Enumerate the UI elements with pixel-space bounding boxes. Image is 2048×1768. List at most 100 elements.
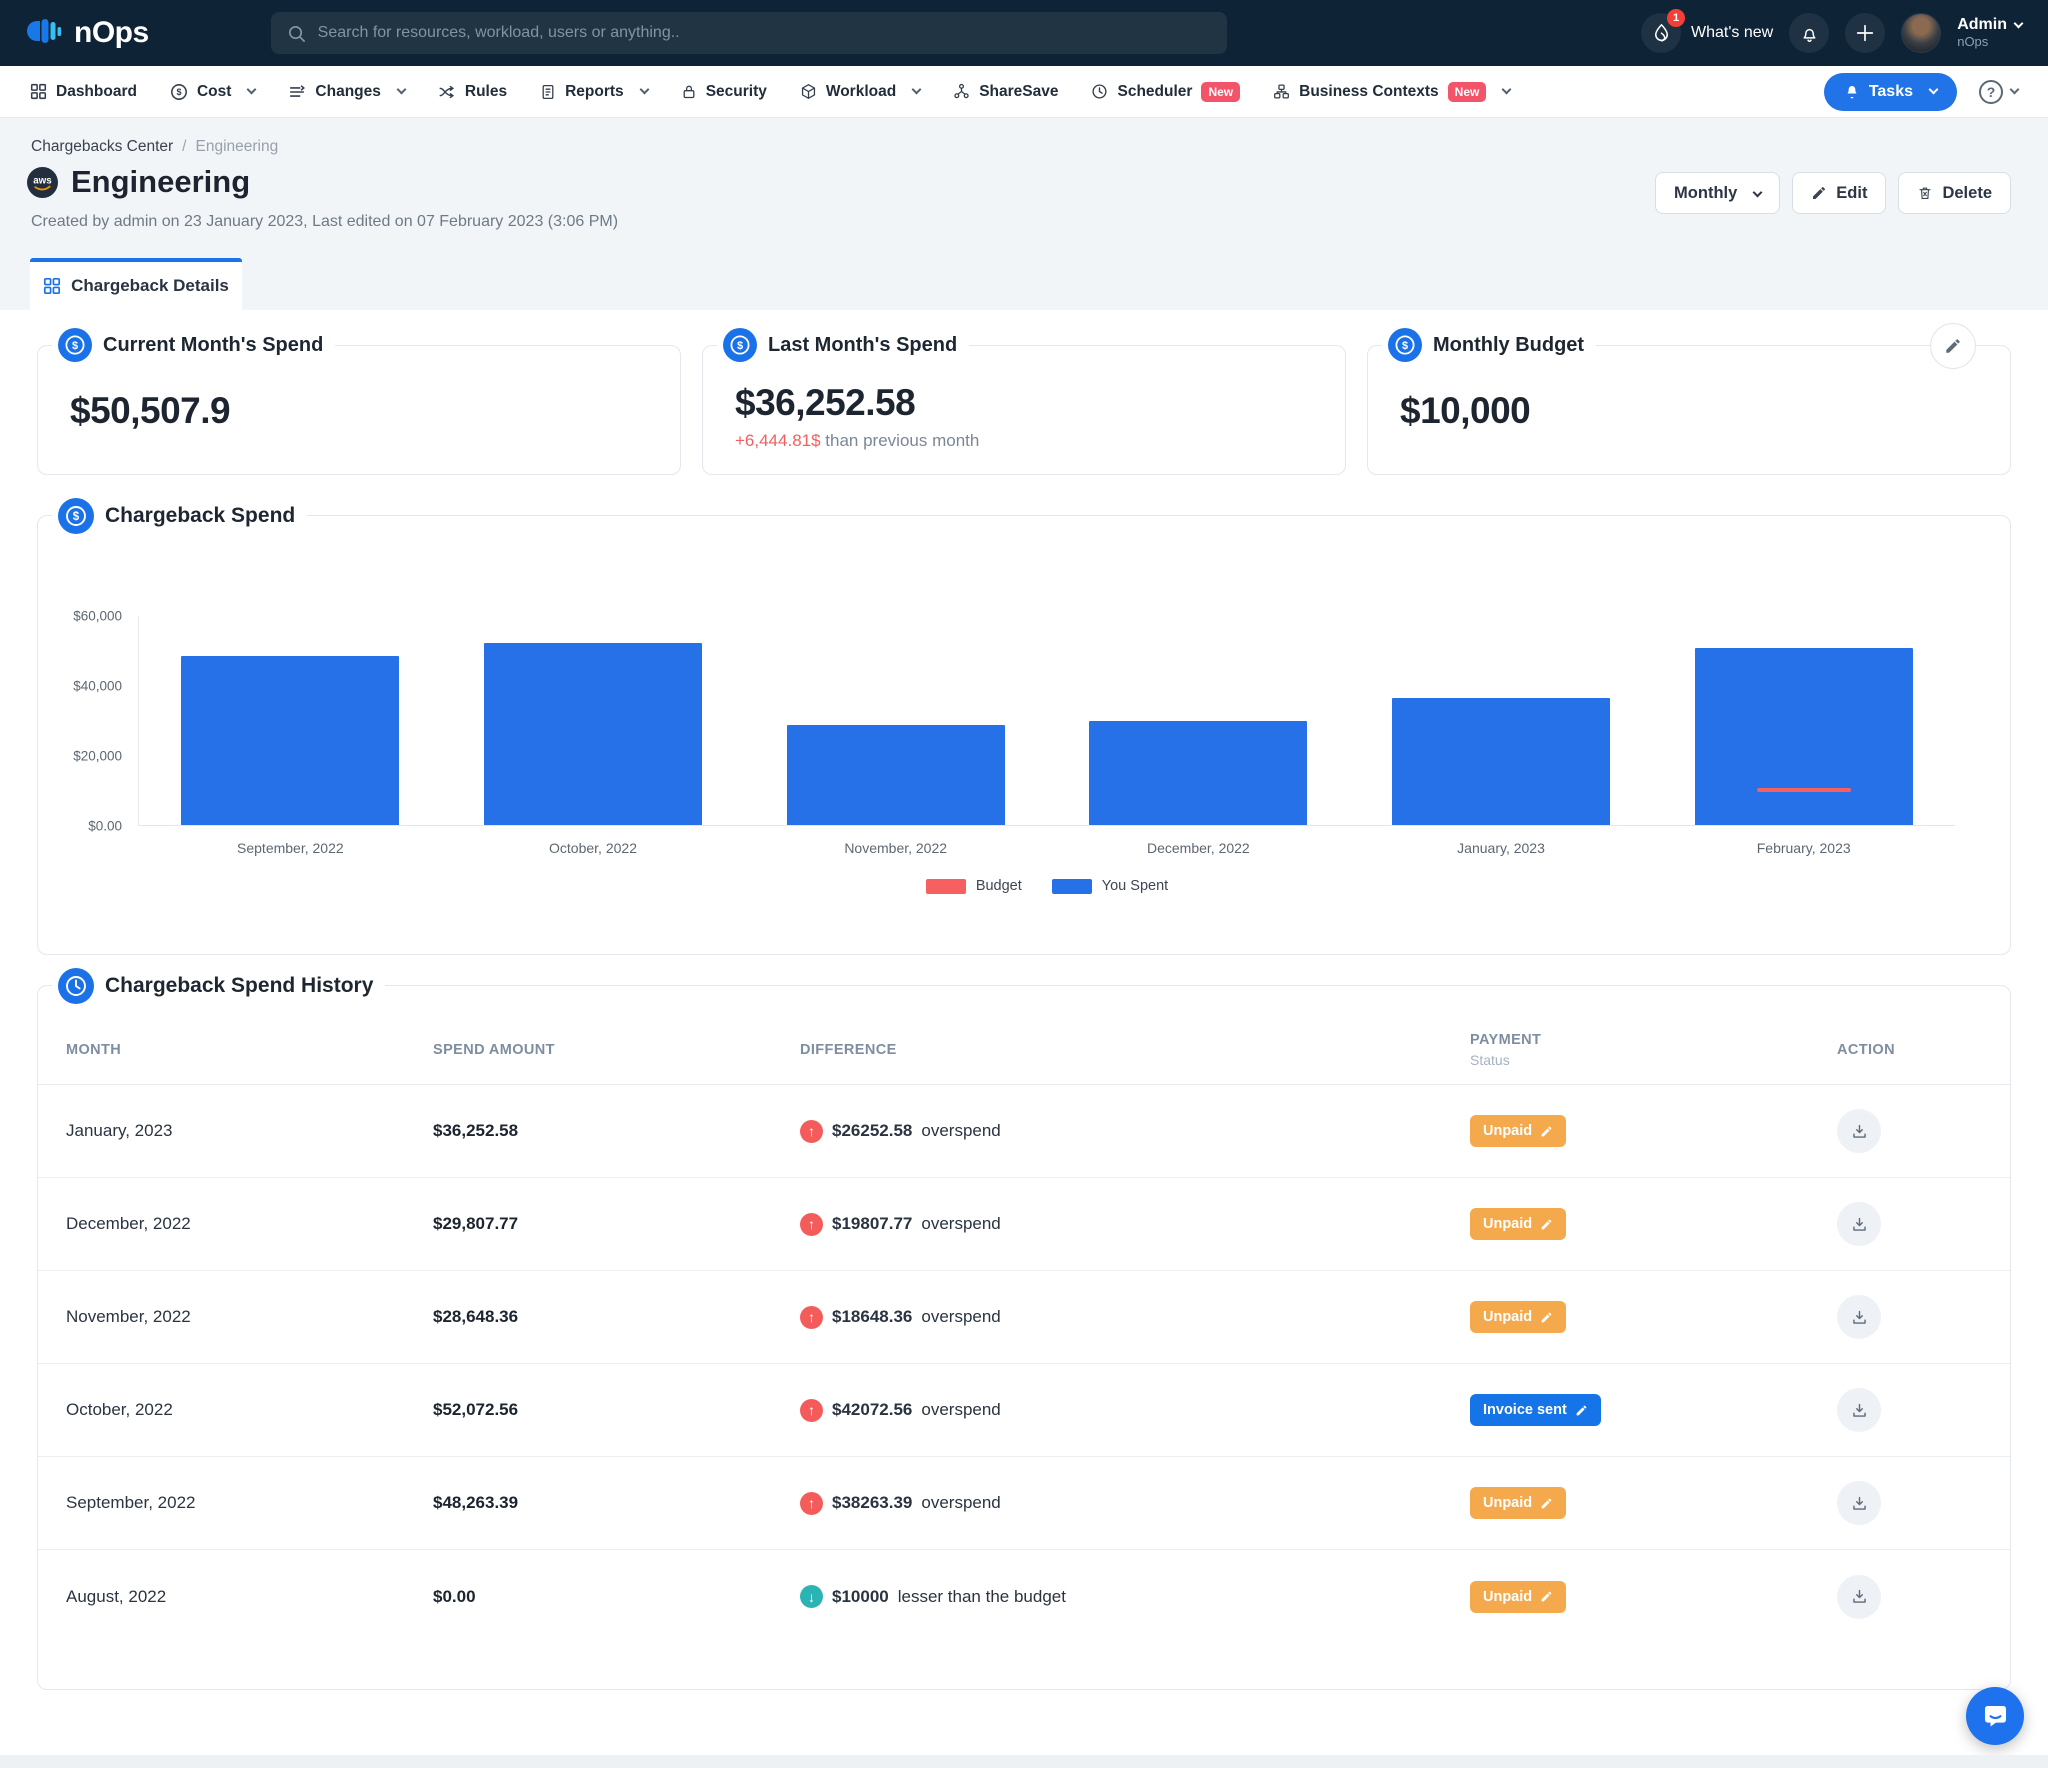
payment-status-badge[interactable]: Unpaid [1470, 1208, 1566, 1240]
tasks-button[interactable]: Tasks [1824, 73, 1957, 111]
last-month-spend-card: $ Last Month's Spend $36,252.58 +6,444.8… [702, 345, 1346, 475]
nops-logo[interactable]: nOps [26, 14, 149, 52]
payment-status-badge[interactable]: Unpaid [1470, 1581, 1566, 1613]
difference-amount: $26252.58 [832, 1121, 912, 1141]
download-invoice-button[interactable] [1837, 1575, 1881, 1619]
avatar[interactable] [1901, 13, 1941, 53]
dollar-circle-icon: $ [1388, 328, 1422, 362]
breadcrumb-root[interactable]: Chargebacks Center [31, 138, 173, 156]
nav-item-reports[interactable]: Reports [540, 66, 648, 117]
chart-bar-slot [442, 616, 745, 825]
bell-icon [1799, 23, 1820, 44]
x-axis-label: September, 2022 [139, 840, 442, 856]
x-axis-label: December, 2022 [1047, 840, 1350, 856]
period-select[interactable]: Monthly [1655, 172, 1780, 214]
y-axis-tick: $40,000 [73, 679, 122, 694]
spend-amount-cell: $0.00 [433, 1587, 800, 1607]
help-menu[interactable]: ? [1979, 80, 2018, 104]
nav-item-workload[interactable]: Workload [800, 66, 920, 117]
column-header-action: ACTION [1837, 1042, 1982, 1058]
chart-legend: Budget You Spent [139, 878, 1955, 894]
month-cell: January, 2023 [66, 1121, 433, 1141]
history-table-row: November, 2022$28,648.36↑$18648.36oversp… [38, 1271, 2010, 1364]
download-invoice-button[interactable] [1837, 1388, 1881, 1432]
dashboard-grid-icon [30, 83, 47, 100]
app-root: nOps 1 What's new [0, 0, 2048, 1768]
spend-bar[interactable] [1089, 721, 1307, 825]
create-new-button[interactable] [1845, 13, 1885, 53]
difference-text: overspend [921, 1400, 1000, 1420]
nav-item-changes[interactable]: Changes [288, 66, 404, 117]
chart-bar-slot [744, 616, 1047, 825]
whats-new-button[interactable]: 1 What's new [1641, 13, 1773, 53]
search-input[interactable] [318, 24, 1211, 42]
difference-cell: ↓$10000lesser than the budget [800, 1585, 1470, 1608]
delete-button[interactable]: Delete [1898, 172, 2011, 214]
column-subheader-status: Status [1470, 1052, 1837, 1068]
download-invoice-button[interactable] [1837, 1481, 1881, 1525]
legend-item-you-spent: You Spent [1052, 878, 1168, 894]
pencil-icon [1811, 185, 1827, 201]
history-table-row: September, 2022$48,263.39↑$38263.39overs… [38, 1457, 2010, 1550]
spend-bar[interactable] [181, 656, 399, 825]
nav-item-dashboard[interactable]: Dashboard [30, 66, 137, 117]
current-month-spend-value: $50,507.9 [70, 390, 680, 432]
whats-new-count-badge: 1 [1667, 9, 1685, 27]
edit-budget-button[interactable] [1930, 323, 1976, 369]
delta-text: than previous month [825, 431, 979, 450]
history-table-row: January, 2023$36,252.58↑$26252.58overspe… [38, 1085, 2010, 1178]
payment-status-label: Unpaid [1483, 1309, 1532, 1325]
difference-text: overspend [921, 1214, 1000, 1234]
spend-bar[interactable] [484, 643, 702, 825]
download-invoice-button[interactable] [1837, 1202, 1881, 1246]
nav-item-label: ShareSave [979, 83, 1058, 101]
notifications-button[interactable] [1789, 13, 1829, 53]
column-header-payment: PAYMENT [1470, 1032, 1837, 1048]
spend-bar[interactable] [1695, 648, 1913, 825]
dollar-circle-icon: $ [170, 83, 188, 101]
nav-item-cost[interactable]: $Cost [170, 66, 255, 117]
payment-status-badge[interactable]: Unpaid [1470, 1487, 1566, 1519]
share-icon [953, 83, 970, 100]
svg-text:$: $ [72, 340, 78, 352]
month-cell: November, 2022 [66, 1307, 433, 1327]
user-menu[interactable]: Admin nOps [1957, 16, 2022, 49]
legend-item-budget: Budget [926, 878, 1022, 894]
edit-button[interactable]: Edit [1792, 172, 1886, 214]
payment-status-badge[interactable]: Unpaid [1470, 1301, 1566, 1333]
nav-item-business-contexts[interactable]: Business ContextsNew [1273, 66, 1510, 117]
month-cell: December, 2022 [66, 1214, 433, 1234]
history-table-body: January, 2023$36,252.58↑$26252.58overspe… [38, 1085, 2010, 1643]
payment-status-badge[interactable]: Unpaid [1470, 1115, 1566, 1147]
clock-circle-icon [58, 968, 94, 1004]
legend-swatch [926, 879, 966, 894]
svg-text:$: $ [1402, 340, 1408, 352]
difference-amount: $42072.56 [832, 1400, 912, 1420]
nav-item-scheduler[interactable]: SchedulerNew [1091, 66, 1240, 117]
x-axis-label: January, 2023 [1350, 840, 1653, 856]
download-invoice-button[interactable] [1837, 1295, 1881, 1339]
pencil-icon [1944, 337, 1962, 355]
tab-chargeback-details[interactable]: Chargeback Details [30, 258, 242, 310]
month-cell: September, 2022 [66, 1493, 433, 1513]
download-icon [1850, 1494, 1869, 1513]
payment-status-badge[interactable]: Invoice sent [1470, 1394, 1601, 1426]
nav-item-rules[interactable]: Rules [438, 66, 507, 117]
spend-amount-cell: $52,072.56 [433, 1400, 800, 1420]
month-cell: October, 2022 [66, 1400, 433, 1420]
last-month-spend-value: $36,252.58 [735, 382, 1345, 424]
spend-bar[interactable] [1392, 698, 1610, 825]
dollar-circle-icon: $ [58, 328, 92, 362]
nav-item-security[interactable]: Security [681, 66, 767, 117]
download-invoice-button[interactable] [1837, 1109, 1881, 1153]
nav-item-label: Workload [826, 83, 896, 101]
spend-bar[interactable] [787, 725, 1005, 825]
current-month-spend-card: $ Current Month's Spend $50,507.9 [37, 345, 681, 475]
chat-launcher[interactable] [1966, 1687, 2024, 1745]
nav-item-sharesave[interactable]: ShareSave [953, 66, 1058, 117]
whats-new-label: What's new [1691, 24, 1773, 42]
download-icon [1850, 1401, 1869, 1420]
global-search[interactable] [271, 12, 1227, 54]
y-axis-tick: $20,000 [73, 749, 122, 764]
difference-amount: $18648.36 [832, 1307, 912, 1327]
